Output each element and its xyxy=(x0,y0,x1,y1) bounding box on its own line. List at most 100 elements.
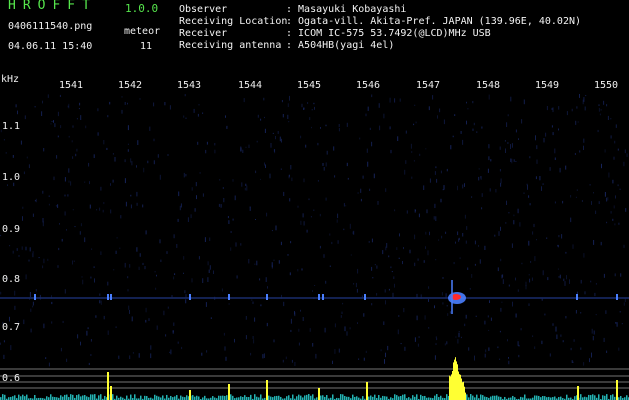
noise-speck xyxy=(177,341,179,344)
noise-speck xyxy=(530,261,532,263)
noise-speck xyxy=(243,98,245,103)
spectrum-floor xyxy=(18,394,20,400)
spectrum-floor xyxy=(278,395,280,400)
noise-speck xyxy=(48,195,50,197)
noise-speck xyxy=(149,126,151,131)
noise-speck xyxy=(28,164,30,169)
noise-speck xyxy=(196,195,197,200)
noise-speck xyxy=(185,117,187,119)
meteor-count: 11 xyxy=(140,41,153,52)
spectrum-floor xyxy=(230,394,232,400)
meteor-trace xyxy=(110,294,112,300)
noise-speck xyxy=(317,142,319,146)
noise-speck xyxy=(219,179,221,181)
spectrum-floor xyxy=(224,395,226,400)
noise-speck xyxy=(521,262,523,265)
noise-speck xyxy=(66,358,68,362)
noise-speck xyxy=(223,198,225,203)
noise-speck xyxy=(436,178,438,183)
noise-speck xyxy=(615,322,617,324)
spectrum-floor xyxy=(416,394,418,400)
noise-speck xyxy=(488,156,490,161)
waterfall-window: HROFFT 1.0.0 0406111540.png meteor 04.06… xyxy=(0,0,629,400)
noise-speck xyxy=(257,114,259,118)
spectrum-floor xyxy=(322,395,324,400)
spectrum-floor xyxy=(112,394,114,400)
noise-speck xyxy=(198,104,200,106)
noise-speck xyxy=(479,259,481,264)
noise-speck xyxy=(338,348,340,353)
noise-speck xyxy=(473,122,475,126)
noise-speck xyxy=(414,234,416,240)
noise-speck xyxy=(269,173,271,179)
noise-speck xyxy=(9,316,10,322)
noise-speck xyxy=(394,283,395,288)
noise-speck xyxy=(445,231,447,234)
noise-speck xyxy=(500,182,502,187)
date-time: 04.06.11 15:40 xyxy=(8,41,93,52)
spectrum-floor xyxy=(312,394,314,400)
noise-speck xyxy=(30,328,32,333)
meteor-trace xyxy=(322,294,324,300)
spectrum-floor xyxy=(378,395,380,400)
spectrum-floor xyxy=(50,394,52,400)
noise-speck xyxy=(47,258,49,261)
noise-speck xyxy=(551,125,553,128)
noise-speck xyxy=(457,339,459,344)
noise-speck xyxy=(227,216,229,219)
noise-speck xyxy=(289,272,291,276)
noise-speck xyxy=(180,203,182,208)
noise-speck xyxy=(42,218,44,223)
spectrum-floor xyxy=(436,394,438,400)
noise-speck xyxy=(160,259,162,262)
noise-speck xyxy=(190,214,192,219)
noise-speck xyxy=(462,184,464,189)
spectrum-floor xyxy=(126,395,128,400)
spectrum-floor xyxy=(156,395,158,400)
noise-speck xyxy=(43,323,45,329)
noise-speck xyxy=(570,195,572,198)
spectrum-floor xyxy=(362,396,364,400)
noise-speck xyxy=(582,99,584,105)
noise-speck xyxy=(325,280,327,284)
noise-speck xyxy=(41,111,43,116)
noise-speck xyxy=(534,256,536,262)
noise-speck xyxy=(334,349,336,354)
noise-speck xyxy=(206,141,208,145)
noise-speck xyxy=(88,362,90,365)
spectrogram-plot xyxy=(0,74,629,400)
noise-speck xyxy=(464,214,466,219)
noise-speck xyxy=(546,237,548,239)
noise-speck xyxy=(452,135,454,138)
noise-speck xyxy=(464,183,465,187)
spectrum-peak xyxy=(451,374,452,400)
spectrum-floor xyxy=(470,394,472,400)
spectrum-floor xyxy=(286,396,288,400)
noise-speck xyxy=(487,315,489,318)
noise-speck xyxy=(598,104,600,106)
noise-speck xyxy=(583,362,585,366)
noise-speck xyxy=(3,340,5,343)
noise-speck xyxy=(214,149,216,154)
noise-speck xyxy=(205,149,207,154)
noise-speck xyxy=(32,301,34,306)
noise-speck xyxy=(202,193,204,197)
noise-speck xyxy=(528,303,530,306)
noise-speck xyxy=(500,178,502,184)
spectrum-floor xyxy=(98,395,100,400)
noise-speck xyxy=(388,288,390,291)
noise-speck xyxy=(38,257,40,259)
spectrum-peak xyxy=(228,384,230,400)
noise-speck xyxy=(95,315,97,318)
noise-speck xyxy=(260,304,262,307)
noise-speck xyxy=(236,275,238,279)
noise-speck xyxy=(273,149,275,152)
noise-speck xyxy=(360,198,362,202)
noise-speck xyxy=(383,321,385,325)
noise-speck xyxy=(366,148,368,153)
noise-speck xyxy=(495,189,497,193)
noise-speck xyxy=(165,334,167,337)
noise-speck xyxy=(7,184,8,186)
spectrum-floor xyxy=(292,394,294,400)
noise-speck xyxy=(449,311,451,314)
